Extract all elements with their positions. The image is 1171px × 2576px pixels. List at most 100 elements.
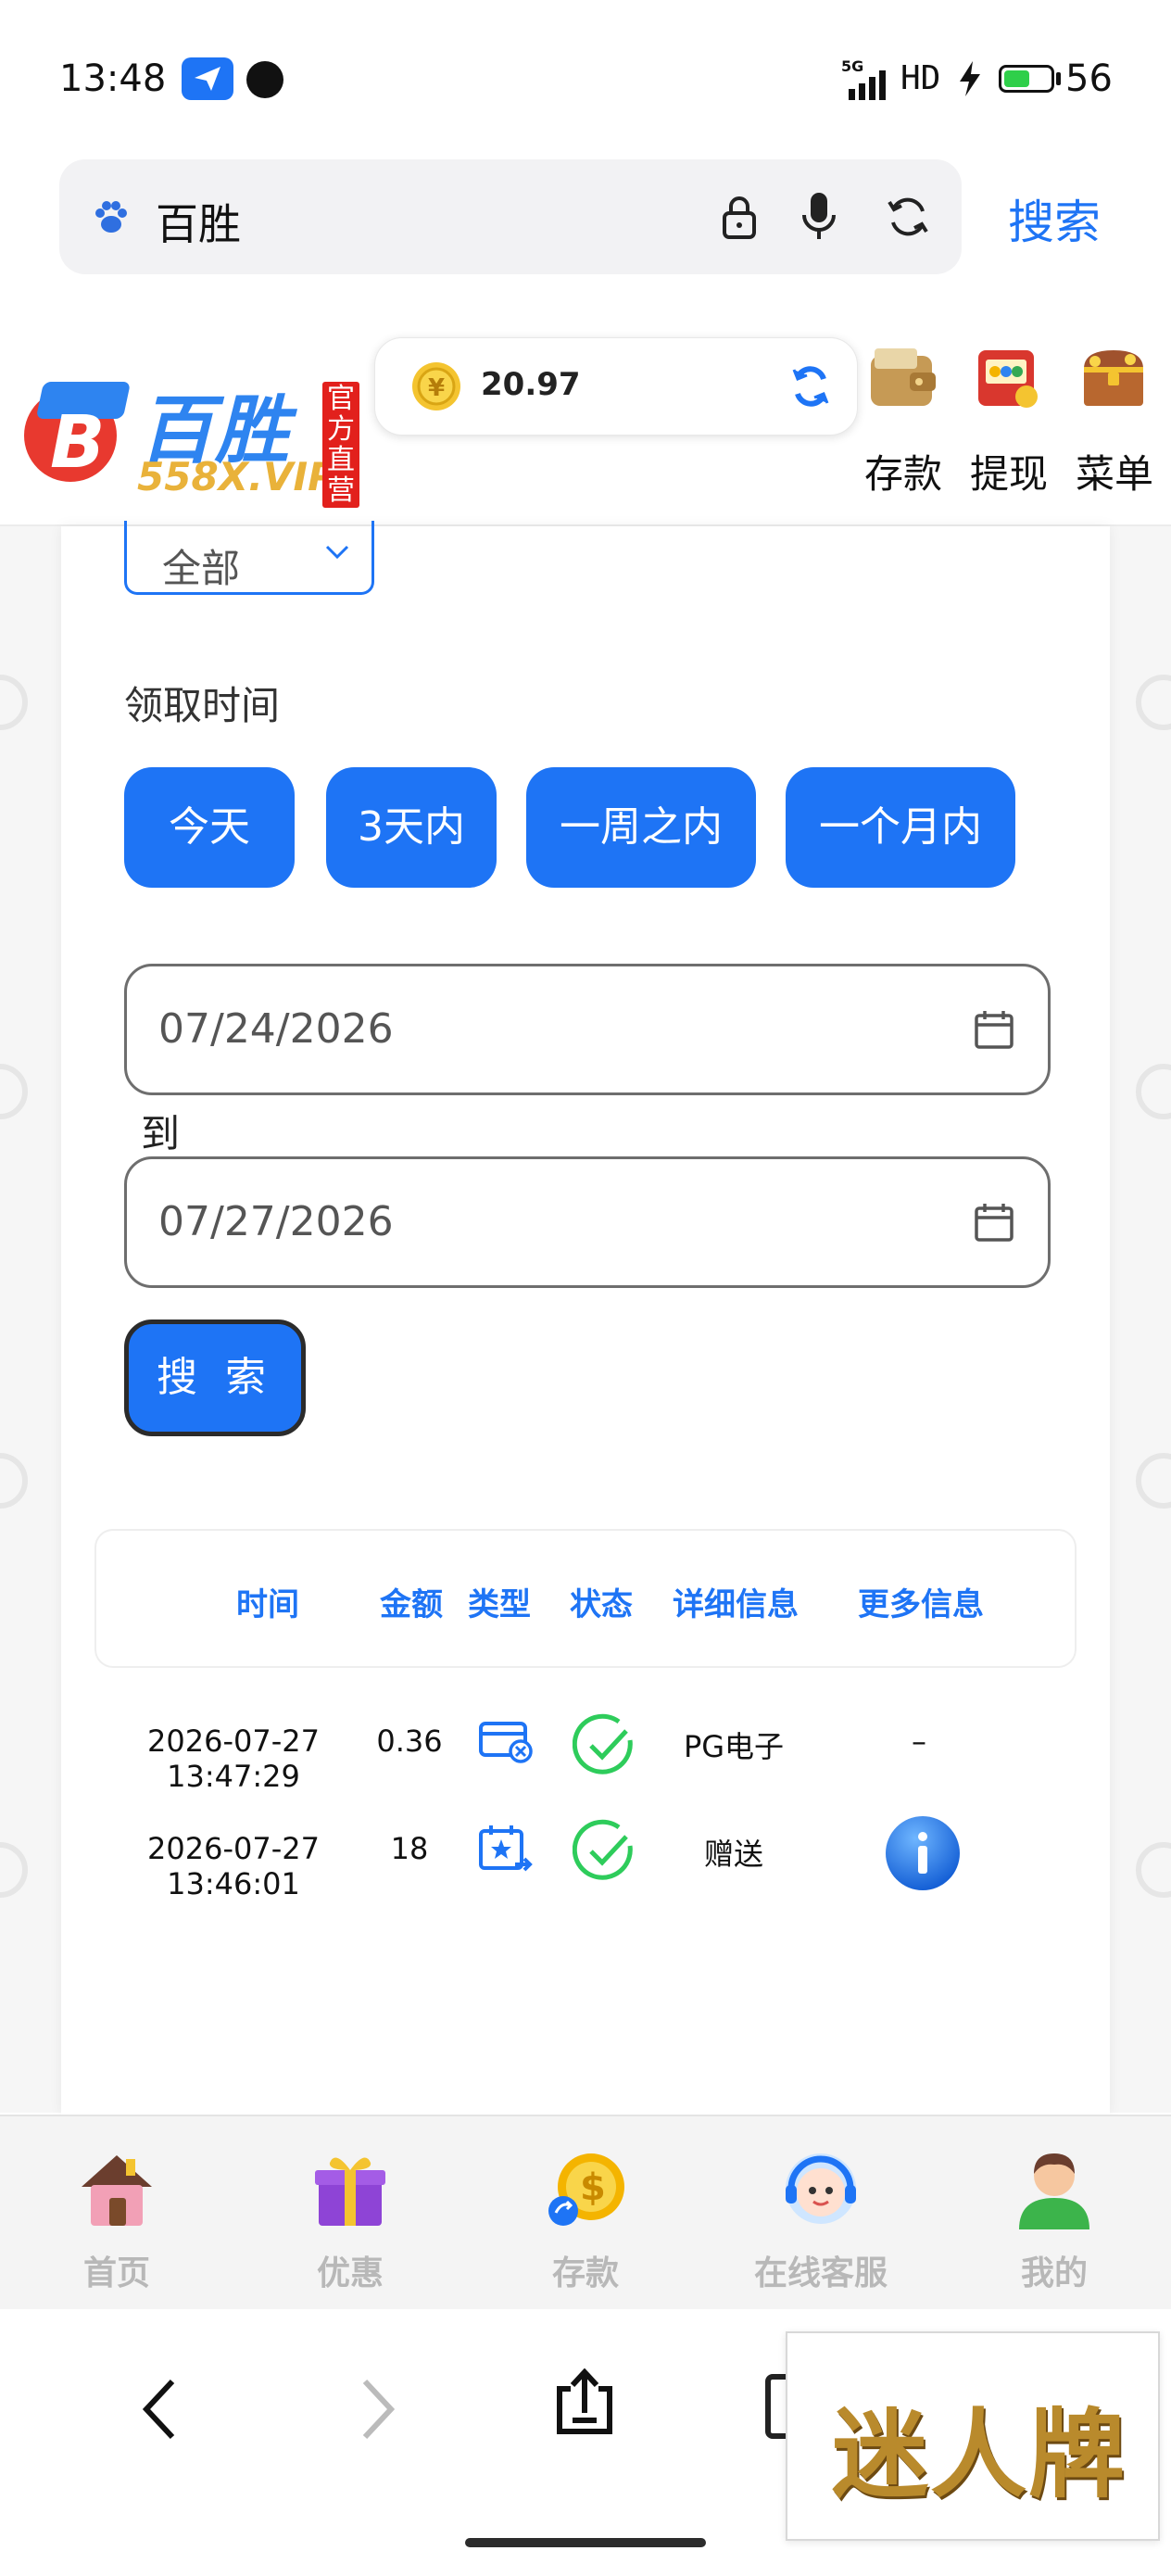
lock-icon[interactable] bbox=[719, 195, 760, 239]
range-3days-button[interactable]: 3天内 bbox=[326, 767, 497, 888]
tab-promotions-label: 优惠 bbox=[316, 2254, 384, 2292]
tab-deposit-label: 存款 bbox=[551, 2254, 619, 2292]
date-to-input[interactable]: 07/27/2026 bbox=[124, 1156, 1051, 1288]
pattern-mark bbox=[0, 1064, 28, 1119]
pattern-mark bbox=[0, 1842, 28, 1898]
calendar-icon[interactable] bbox=[974, 1009, 1014, 1050]
signal-indicator: 5G HD bbox=[841, 57, 971, 100]
range-week-button[interactable]: 一周之内 bbox=[526, 767, 756, 888]
svg-text:B: B bbox=[50, 401, 105, 485]
deposit-coin-icon: $ bbox=[548, 2153, 624, 2226]
pattern-mark bbox=[1136, 1453, 1171, 1509]
header-menu-button[interactable]: 菜单 bbox=[1064, 326, 1165, 511]
range-month-button[interactable]: 一个月内 bbox=[786, 767, 1015, 888]
date-to-separator: 到 bbox=[141, 1111, 181, 1156]
wallet-icon bbox=[871, 348, 936, 406]
share-icon[interactable] bbox=[552, 2368, 617, 2437]
logo-b-icon: B bbox=[24, 382, 130, 485]
site-header: B 百胜 558X.VIP 官方直营 ¥ 20.97 存款 提现 菜单 bbox=[0, 326, 1171, 524]
battery-level: 56 bbox=[1065, 57, 1113, 100]
balance-pill: ¥ 20.97 bbox=[374, 337, 858, 436]
microphone-icon[interactable] bbox=[800, 191, 837, 241]
battery-fill bbox=[1004, 70, 1029, 87]
logo-domain: 558X.VIP bbox=[137, 454, 336, 499]
header-withdraw-button[interactable]: 提现 bbox=[958, 326, 1060, 511]
date-to-value: 07/27/2026 bbox=[158, 1198, 394, 1245]
browser-search-box[interactable]: 百胜 bbox=[59, 159, 962, 274]
yuan-coin-icon: ¥ bbox=[412, 362, 460, 410]
site-logo[interactable]: B 百胜 558X.VIP 官方直营 bbox=[13, 354, 365, 511]
status-time: 13:48 bbox=[59, 57, 167, 100]
battery-icon bbox=[999, 65, 1054, 93]
row-amount: 18 bbox=[390, 1831, 429, 1866]
info-icon[interactable] bbox=[884, 1814, 962, 1892]
range-today-button[interactable]: 今天 bbox=[124, 767, 295, 888]
row-time: 2026-07-27 13:47:29 bbox=[147, 1724, 320, 1794]
tab-profile-label: 我的 bbox=[1020, 2254, 1088, 2292]
slot-machine-icon bbox=[978, 350, 1038, 408]
pattern-mark bbox=[1136, 675, 1171, 730]
forward-arrow-icon[interactable] bbox=[356, 2376, 400, 2443]
calendar-icon[interactable] bbox=[974, 1202, 1014, 1243]
charging-bolt-icon bbox=[960, 61, 980, 96]
official-tag: 官方直营 bbox=[322, 382, 359, 508]
browser-search-button[interactable]: 搜索 bbox=[1008, 185, 1101, 252]
support-agent-icon bbox=[786, 2153, 856, 2224]
column-header-amount: 金额 bbox=[380, 1586, 443, 1623]
column-header-status: 状态 bbox=[570, 1586, 633, 1623]
treasure-chest-icon bbox=[1084, 350, 1143, 406]
column-header-type: 类型 bbox=[468, 1586, 531, 1623]
notification-dot-icon bbox=[246, 61, 283, 98]
table-row: 2026-07-27 13:47:29 0.36 PG电子 – bbox=[94, 1696, 1077, 1798]
user-icon bbox=[1019, 2153, 1089, 2229]
table-row: 2026-07-27 13:46:01 18 赠送 bbox=[94, 1803, 1077, 1905]
type-select[interactable]: 全部 bbox=[124, 521, 374, 595]
signal-bars-icon bbox=[849, 70, 886, 100]
record-filter-card: 全部 领取时间 今天 3天内 一周之内 一个月内 07/24/2026 到 07… bbox=[61, 521, 1110, 2115]
battery-cap bbox=[1056, 72, 1061, 85]
gift-icon bbox=[315, 2157, 385, 2226]
home-icon bbox=[82, 2155, 152, 2226]
check-circle-icon bbox=[573, 1819, 633, 1880]
row-more: – bbox=[912, 1724, 926, 1759]
claim-time-label: 领取时间 bbox=[124, 683, 281, 728]
row-detail: PG电子 bbox=[683, 1729, 785, 1764]
pattern-mark bbox=[0, 1453, 28, 1509]
tab-deposit[interactable]: $ 存款 bbox=[502, 2139, 669, 2296]
search-query: 百胜 bbox=[156, 199, 241, 249]
column-header-time: 时间 bbox=[236, 1586, 299, 1623]
card-cancel-icon bbox=[479, 1722, 533, 1763]
header-deposit-label: 存款 bbox=[863, 451, 942, 497]
header-deposit-button[interactable]: 存款 bbox=[852, 326, 954, 511]
pattern-mark bbox=[1136, 1064, 1171, 1119]
row-time: 2026-07-27 13:46:01 bbox=[147, 1831, 320, 1901]
header-withdraw-label: 提现 bbox=[969, 451, 1048, 497]
date-from-value: 07/24/2026 bbox=[158, 1005, 394, 1053]
calendar-star-icon bbox=[479, 1825, 533, 1872]
floating-ad[interactable]: 迷人牌 bbox=[786, 2331, 1160, 2541]
browser-navigation-bar: 迷人牌 bbox=[0, 2309, 1171, 2576]
pattern-mark bbox=[0, 675, 28, 730]
table-header: 时间 金额 类型 状态 详细信息 更多信息 bbox=[94, 1529, 1077, 1668]
tab-profile[interactable]: 我的 bbox=[971, 2139, 1138, 2296]
check-circle-icon bbox=[573, 1713, 633, 1774]
tab-support-label: 在线客服 bbox=[753, 2254, 888, 2292]
tab-support[interactable]: 在线客服 bbox=[737, 2139, 904, 2296]
home-indicator bbox=[465, 2538, 706, 2547]
location-arrow-icon bbox=[182, 57, 233, 100]
refresh-icon[interactable] bbox=[886, 195, 930, 239]
tab-promotions[interactable]: 优惠 bbox=[267, 2139, 434, 2296]
column-header-more: 更多信息 bbox=[858, 1586, 984, 1623]
filter-search-button[interactable]: 搜 索 bbox=[124, 1320, 306, 1436]
balance-refresh-icon[interactable] bbox=[790, 364, 831, 409]
header-menu-label: 菜单 bbox=[1075, 451, 1153, 497]
tab-home[interactable]: 首页 bbox=[33, 2139, 200, 2296]
row-detail: 赠送 bbox=[703, 1837, 763, 1872]
back-arrow-icon[interactable] bbox=[137, 2376, 182, 2443]
type-select-value: 全部 bbox=[162, 546, 241, 591]
date-from-input[interactable]: 07/24/2026 bbox=[124, 964, 1051, 1095]
status-bar: 13:48 5G HD 56 bbox=[0, 0, 1171, 158]
chevron-down-icon bbox=[325, 545, 349, 560]
row-amount: 0.36 bbox=[376, 1724, 443, 1759]
svg-text:¥: ¥ bbox=[428, 374, 445, 402]
